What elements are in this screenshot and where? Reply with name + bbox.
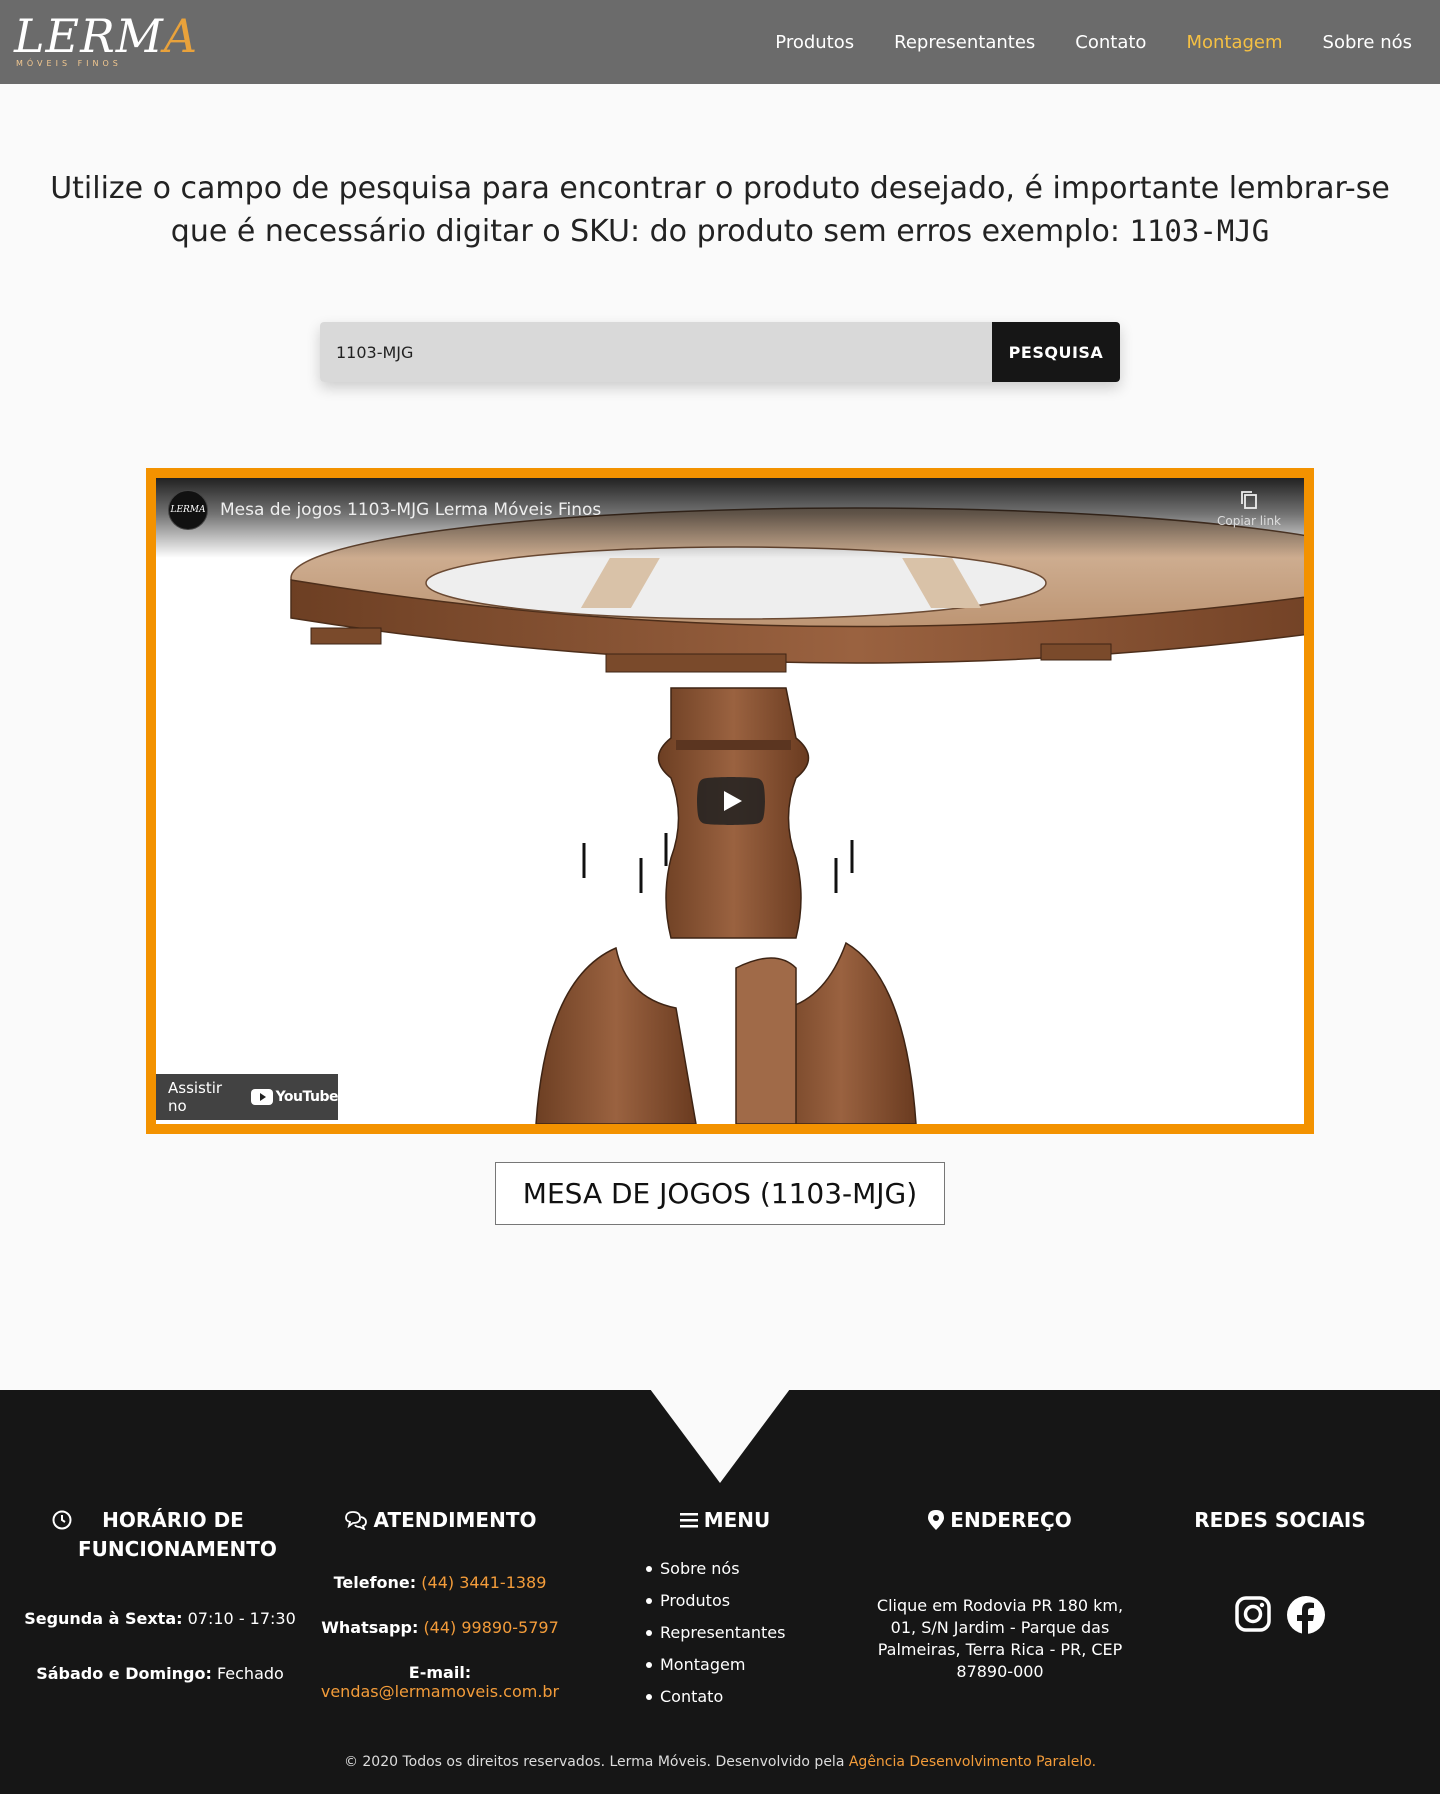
- copy-link-label: Copiar link: [1217, 514, 1281, 528]
- search-input[interactable]: [320, 322, 992, 382]
- footer-hours: HORÁRIO DE FUNCIONAMENTO Segunda à Sexta…: [20, 1506, 300, 1683]
- nav-montagem[interactable]: Montagem: [1186, 32, 1282, 53]
- weekday-value: 07:10 - 17:30: [187, 1609, 296, 1628]
- hours-heading: HORÁRIO DE FUNCIONAMENTO: [20, 1506, 300, 1564]
- main-nav: Produtos Representantes Contato Montagem…: [735, 0, 1412, 84]
- footer-menu-representantes[interactable]: Representantes: [646, 1617, 840, 1649]
- hours-weekend: Sábado e Domingo: Fechado: [20, 1664, 300, 1683]
- weekend-label: Sábado e Domingo:: [36, 1664, 212, 1683]
- clock-icon: [52, 1510, 72, 1530]
- copyright-suffix: .: [1091, 1754, 1097, 1770]
- copyright-text: © 2020 Todos os direitos reservados. Ler…: [343, 1754, 845, 1770]
- watch-on-label: Assistir no: [168, 1079, 223, 1115]
- map-pin-icon: [928, 1510, 945, 1530]
- phone-label: Telefone:: [333, 1573, 417, 1592]
- service-heading: ATENDIMENTO: [290, 1506, 590, 1535]
- address-heading: ENDEREÇO: [850, 1506, 1150, 1535]
- search-bar: PESQUISA: [320, 322, 1120, 382]
- footer-social: REDES SOCIAIS: [1160, 1506, 1400, 1635]
- youtube-label: YouTube: [275, 1089, 339, 1105]
- nav-representantes[interactable]: Representantes: [894, 32, 1035, 53]
- social-icons: [1160, 1595, 1400, 1635]
- footer-notch: [650, 1389, 790, 1483]
- phone-link[interactable]: (44) 3441-1389: [421, 1573, 546, 1592]
- service-phone: Telefone: (44) 3441-1389: [290, 1573, 590, 1592]
- play-icon[interactable]: [697, 777, 765, 825]
- lerma-logo[interactable]: LERMA MÓVEIS FINOS: [14, 8, 197, 74]
- product-title: MESA DE JOGOS (1103-MJG): [495, 1162, 945, 1225]
- whatsapp-label: Whatsapp:: [321, 1618, 419, 1637]
- menu-heading: MENU: [610, 1506, 840, 1535]
- footer-menu-contato[interactable]: Contato: [646, 1681, 840, 1713]
- weekday-label: Segunda à Sexta:: [24, 1609, 183, 1628]
- footer-menu: MENU Sobre nós Produtos Representantes M…: [610, 1506, 840, 1713]
- email-link[interactable]: vendas@lermamoveis.com.br: [321, 1682, 559, 1701]
- video-title[interactable]: Mesa de jogos 1103-MJG Lerma Móveis Fino…: [220, 500, 601, 520]
- search-instructions: Utilize o campo de pesquisa para encontr…: [40, 168, 1400, 253]
- site-footer: HORÁRIO DE FUNCIONAMENTO Segunda à Sexta…: [0, 1389, 1440, 1794]
- agency-link[interactable]: Agência Desenvolvimento Paralelo: [849, 1754, 1092, 1770]
- search-button[interactable]: PESQUISA: [992, 322, 1120, 382]
- youtube-icon: [250, 1089, 273, 1105]
- menu-icon: [679, 1513, 698, 1528]
- logo-text: LERM: [14, 9, 164, 63]
- logo-accent: A: [163, 9, 199, 63]
- service-whatsapp: Whatsapp: (44) 99890-5797: [290, 1618, 590, 1637]
- video-player[interactable]: LERMA Mesa de jogos 1103-MJG Lerma Móvei…: [146, 468, 1314, 1134]
- address-heading-text: ENDEREÇO: [950, 1508, 1072, 1532]
- copy-link-button[interactable]: Copiar link: [1214, 490, 1284, 528]
- watch-on-youtube-button[interactable]: Assistir no YouTube: [156, 1074, 339, 1120]
- whatsapp-link[interactable]: (44) 99890-5797: [423, 1618, 558, 1637]
- nav-produtos[interactable]: Produtos: [775, 32, 854, 53]
- service-heading-text: ATENDIMENTO: [373, 1508, 537, 1532]
- footer-menu-montagem[interactable]: Montagem: [646, 1649, 840, 1681]
- logo-subtitle: MÓVEIS FINOS: [16, 59, 122, 68]
- nav-sobre-nos[interactable]: Sobre nós: [1323, 32, 1412, 53]
- instagram-icon[interactable]: [1234, 1595, 1272, 1633]
- facebook-icon[interactable]: [1286, 1595, 1326, 1635]
- example-sku: 1103-MJG: [1129, 214, 1270, 248]
- address-link[interactable]: Clique em Rodovia PR 180 km, 01, S/N Jar…: [865, 1595, 1135, 1683]
- service-email: E-mail: vendas@lermamoveis.com.br: [290, 1663, 590, 1701]
- footer-menu-produtos[interactable]: Produtos: [646, 1585, 840, 1617]
- footer-menu-sobre-nos[interactable]: Sobre nós: [646, 1553, 840, 1585]
- hours-heading-text: HORÁRIO DE FUNCIONAMENTO: [78, 1508, 277, 1561]
- copyright: © 2020 Todos os direitos reservados. Ler…: [0, 1754, 1440, 1770]
- footer-menu-list: Sobre nós Produtos Representantes Montag…: [646, 1553, 840, 1713]
- hours-weekday: Segunda à Sexta: 07:10 - 17:30: [20, 1609, 300, 1628]
- chat-icon: [344, 1511, 367, 1530]
- site-header: LERMA MÓVEIS FINOS Produtos Representant…: [0, 0, 1440, 84]
- menu-heading-text: MENU: [703, 1508, 771, 1532]
- footer-address: ENDEREÇO Clique em Rodovia PR 180 km, 01…: [850, 1506, 1150, 1683]
- social-heading: REDES SOCIAIS: [1194, 1508, 1366, 1532]
- copy-icon: [1241, 491, 1257, 509]
- youtube-logo: YouTube: [250, 1089, 339, 1105]
- weekend-value: Fechado: [216, 1664, 284, 1683]
- email-label: E-mail:: [408, 1663, 472, 1682]
- channel-avatar[interactable]: LERMA: [168, 490, 208, 530]
- footer-service: ATENDIMENTO Telefone: (44) 3441-1389 Wha…: [290, 1506, 590, 1701]
- nav-contato[interactable]: Contato: [1075, 32, 1146, 53]
